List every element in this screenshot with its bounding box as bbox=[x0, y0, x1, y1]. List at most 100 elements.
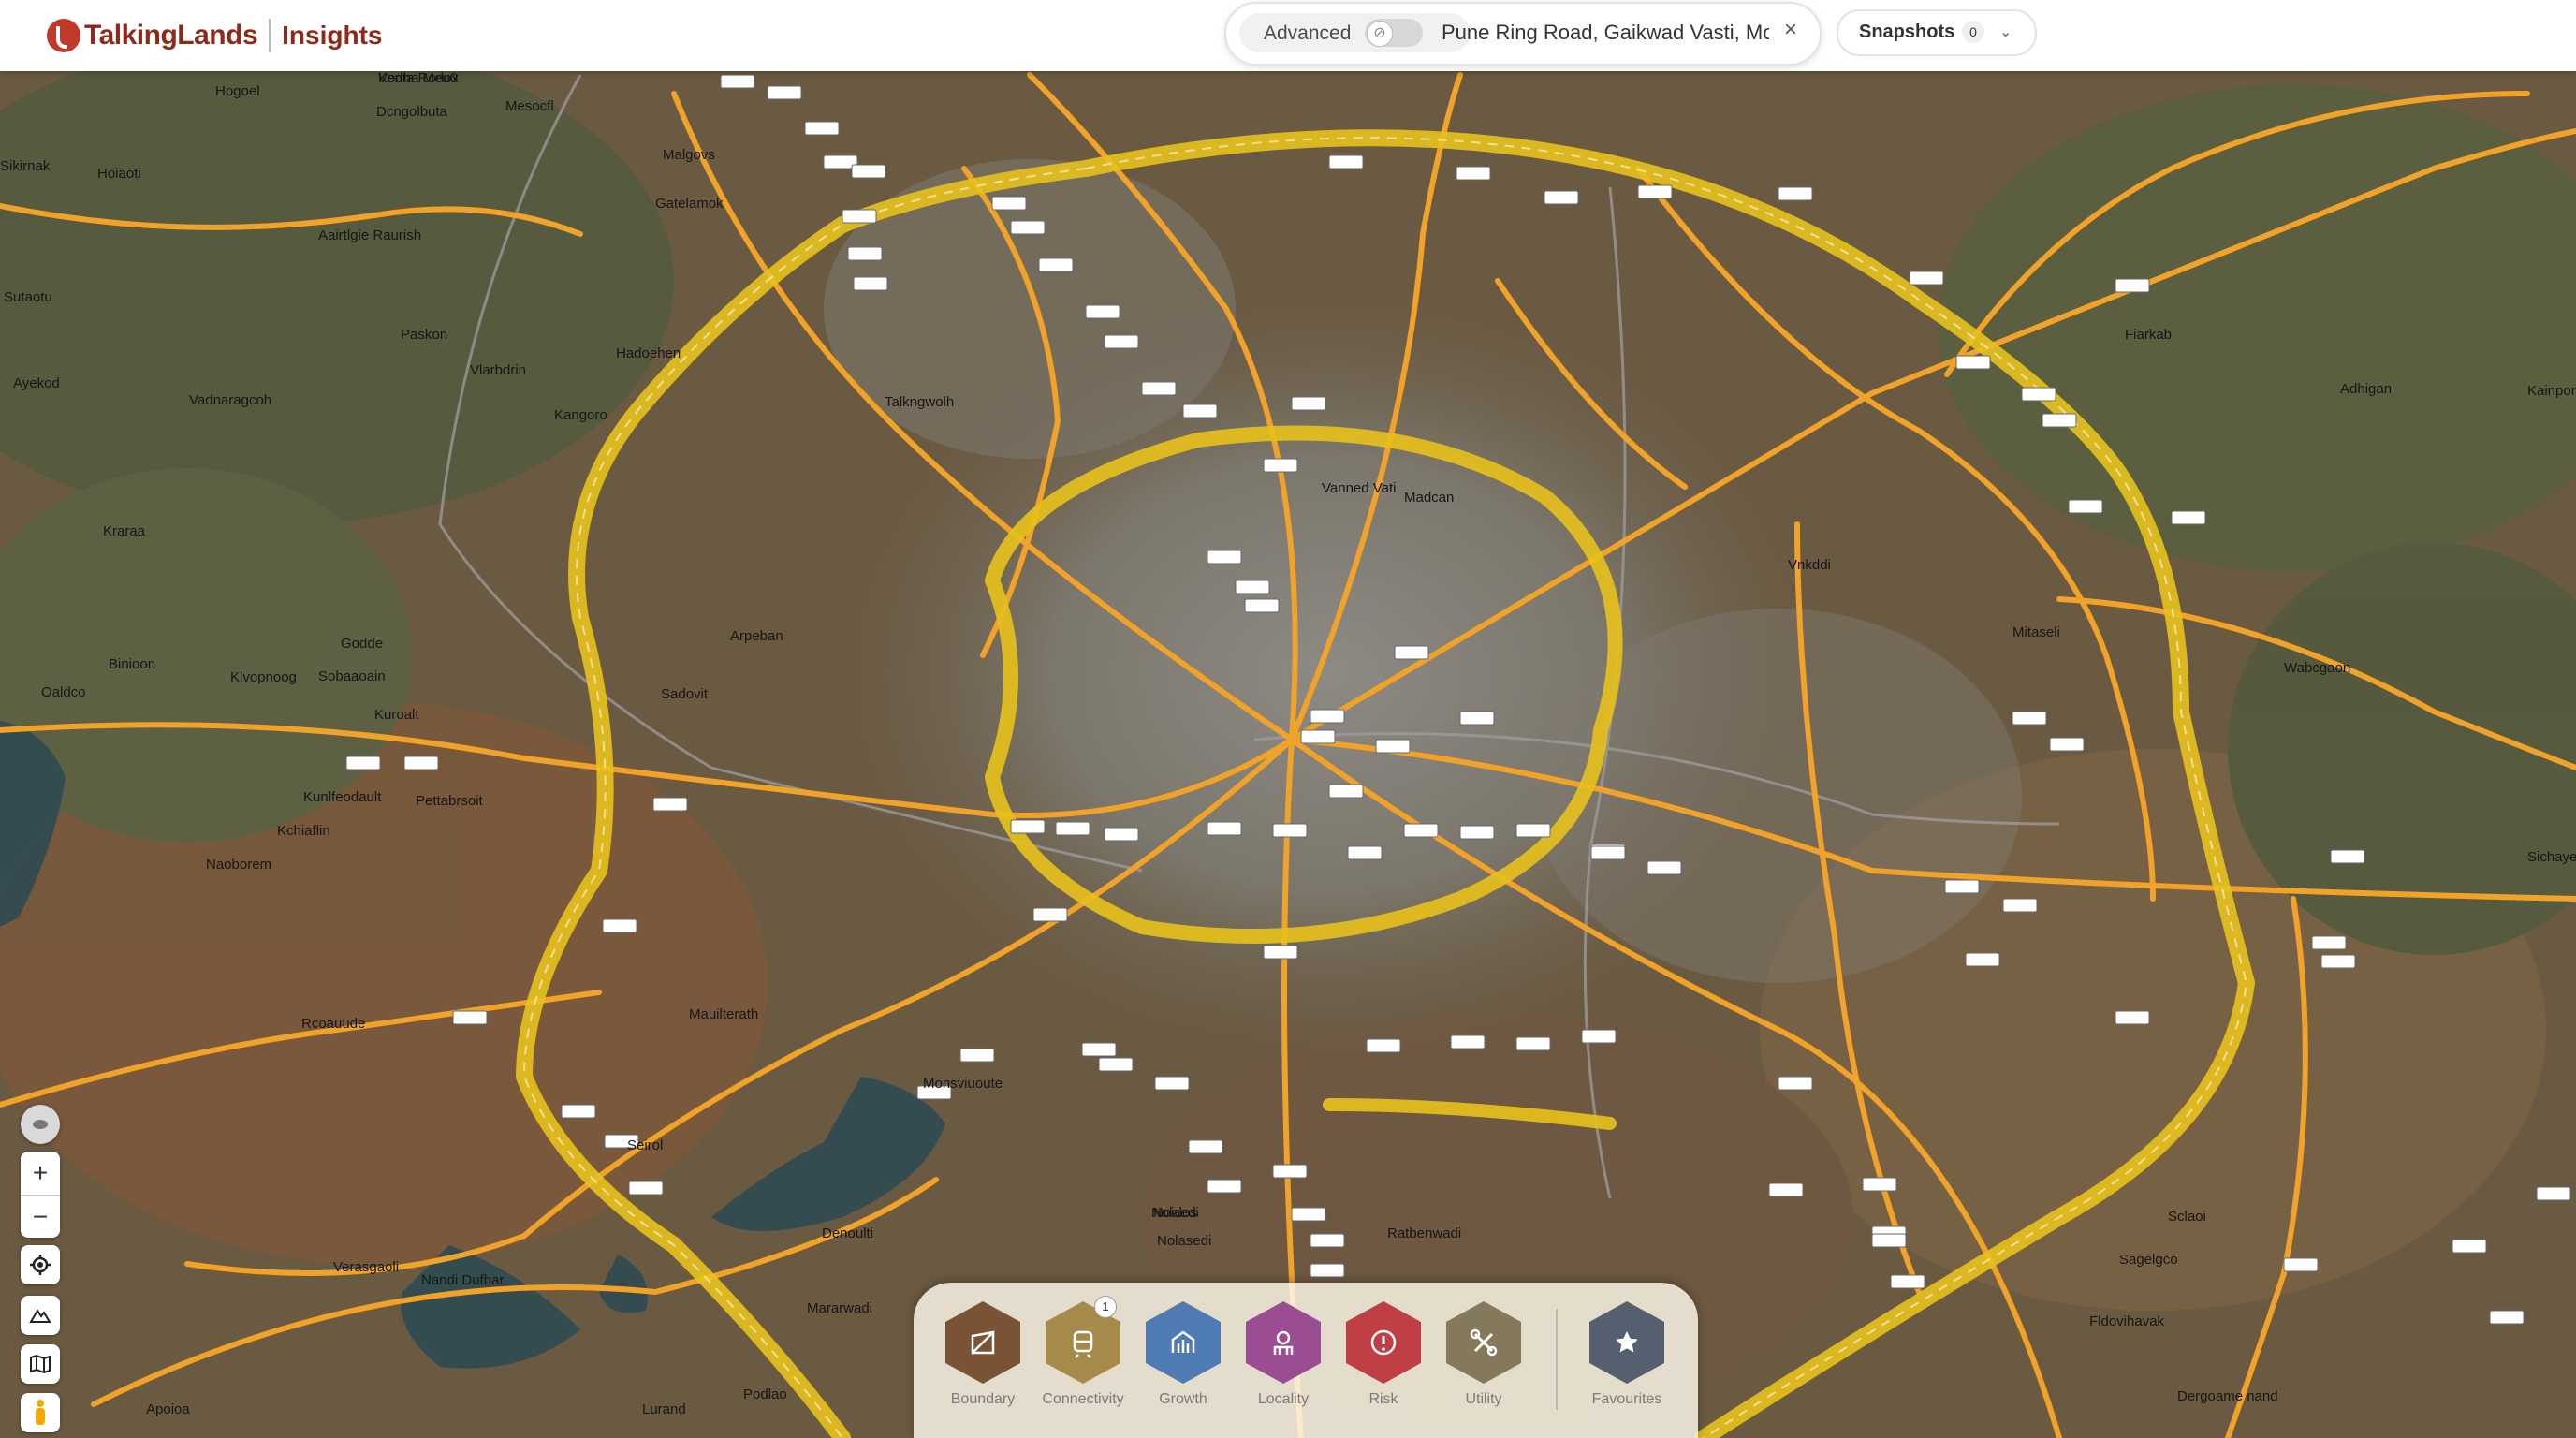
map-place-label: Mesocfl bbox=[505, 98, 554, 114]
road-shield-icon bbox=[842, 209, 877, 224]
road-shield-icon bbox=[1272, 1164, 1308, 1179]
category-locality[interactable]: Locality bbox=[1237, 1301, 1330, 1408]
snapshots-count-badge: 0 bbox=[1962, 21, 1984, 43]
street-view-icon[interactable] bbox=[21, 1393, 60, 1432]
map-place-label: Kuroalt bbox=[374, 707, 419, 723]
road-shield-icon bbox=[2171, 510, 2206, 525]
road-shield-icon bbox=[1778, 1076, 1813, 1091]
map-place-label: Verasgaoli bbox=[333, 1259, 399, 1275]
road-shield-icon bbox=[1272, 823, 1308, 838]
road-shield-icon bbox=[1955, 355, 1991, 370]
map-place-label: Vadnaragcoh bbox=[189, 392, 271, 408]
road-shield-icon bbox=[2042, 413, 2077, 428]
category-dock: Boundary 1 Connectivity Growth Locality … bbox=[914, 1283, 1698, 1438]
road-shield-icon bbox=[1244, 598, 1280, 613]
map-place-label: Kangoro bbox=[554, 407, 607, 423]
road-shield-icon bbox=[403, 756, 439, 770]
map-place-label: Hoiaoti bbox=[97, 166, 141, 182]
growth-icon bbox=[1146, 1301, 1221, 1384]
road-shield-icon bbox=[1347, 845, 1383, 860]
map-place-label: Sikirnak bbox=[0, 158, 51, 174]
road-shield-icon bbox=[804, 121, 840, 136]
brand-name: TalkingLands bbox=[84, 20, 258, 51]
brand-logo[interactable]: TalkingLands Insights bbox=[47, 11, 382, 60]
advanced-toggle-group[interactable]: Advanced ⊘ bbox=[1239, 13, 1470, 52]
map-place-label: Lurand bbox=[642, 1401, 686, 1417]
road-shield-icon bbox=[1862, 1177, 1897, 1192]
map-place-label: Vnkddi bbox=[1788, 557, 1831, 573]
layers-icon[interactable] bbox=[21, 1105, 60, 1144]
road-shield-icon bbox=[1871, 1233, 1907, 1248]
map-place-label: Seirol bbox=[627, 1137, 663, 1153]
top-bar: TalkingLands Insights Advanced ⊘ Pune Ri… bbox=[0, 0, 2576, 71]
map-place-label: Naoborem bbox=[206, 857, 271, 873]
map-place-label: Ratbenwadi bbox=[1387, 1225, 1461, 1241]
road-shield-icon bbox=[1450, 1034, 1486, 1049]
road-shield-icon bbox=[1104, 827, 1139, 842]
road-shield-icon bbox=[1328, 784, 1364, 799]
connectivity-count-badge: 1 bbox=[1094, 1296, 1117, 1318]
road-shield-icon bbox=[561, 1104, 596, 1119]
map-place-label: Denoulti bbox=[822, 1225, 873, 1241]
map-place-label: Oaldco bbox=[41, 684, 86, 700]
category-risk[interactable]: Risk bbox=[1337, 1301, 1430, 1408]
map-place-label: Paskon bbox=[401, 327, 447, 343]
map-place-label: Nolasedi bbox=[1157, 1233, 1211, 1249]
map-place-label: Klvopnoog bbox=[230, 669, 297, 685]
category-label: Risk bbox=[1368, 1391, 1398, 1407]
map-style-icon[interactable] bbox=[21, 1344, 60, 1384]
road-shield-icon bbox=[1909, 271, 1944, 286]
road-shield-icon bbox=[2330, 849, 2365, 864]
snapshots-button[interactable]: Snapshots 0 ⌄ bbox=[1837, 9, 2037, 56]
category-utility[interactable]: Utility bbox=[1437, 1301, 1530, 1408]
zoom-out-button[interactable]: − bbox=[21, 1196, 60, 1239]
road-shield-icon bbox=[1459, 825, 1495, 840]
road-shield-icon bbox=[1310, 709, 1345, 724]
map-place-label: Apoioa bbox=[146, 1401, 190, 1417]
satellite-map[interactable]: Kodha Meu0HogoelDcngolbuta MesocflMalgovs… bbox=[0, 0, 2576, 1438]
risk-icon bbox=[1346, 1301, 1421, 1384]
road-shield-icon bbox=[1778, 186, 1813, 201]
clear-search-icon[interactable]: × bbox=[1784, 17, 1797, 43]
map-place-label: Adhigan bbox=[2340, 381, 2392, 397]
road-shield-icon bbox=[2115, 278, 2150, 293]
road-shield-icon bbox=[1207, 1179, 1242, 1194]
advanced-label: Advanced bbox=[1264, 22, 1352, 44]
map-place-label: Hogoel bbox=[215, 83, 260, 99]
location-search-input[interactable]: Pune Ring Road, Gaikwad Vasti, Mo bbox=[1442, 21, 1769, 45]
category-boundary[interactable]: Boundary bbox=[936, 1301, 1030, 1408]
map-place-label: Aairtlgie Raurish bbox=[318, 227, 421, 243]
road-shield-icon bbox=[1456, 166, 1491, 181]
road-shield-icon bbox=[1010, 220, 1046, 235]
category-growth[interactable]: Growth bbox=[1136, 1301, 1230, 1408]
road-shield-icon bbox=[2283, 1257, 2319, 1272]
map-place-label: Godde bbox=[341, 636, 383, 652]
category-favourites[interactable]: Favourites bbox=[1580, 1301, 1674, 1408]
terrain-icon[interactable] bbox=[21, 1296, 60, 1335]
map-place-label: Madcan bbox=[1404, 490, 1454, 506]
map-place-label: Dcngolbuta bbox=[376, 104, 448, 120]
road-shield-icon bbox=[1965, 952, 2000, 967]
road-shield-icon bbox=[1235, 580, 1270, 594]
boundary-icon bbox=[945, 1301, 1020, 1384]
advanced-toggle[interactable]: ⊘ bbox=[1365, 19, 1423, 47]
locate-icon[interactable] bbox=[21, 1245, 60, 1284]
location-search-bar[interactable]: Advanced ⊘ Pune Ring Road, Gaikwad Vasti… bbox=[1224, 2, 1822, 66]
map-place-label: Sadovit bbox=[661, 686, 709, 702]
road-shield-icon bbox=[452, 1010, 488, 1025]
zoom-in-button[interactable]: + bbox=[21, 1152, 60, 1196]
road-shield-icon bbox=[1182, 404, 1218, 418]
road-shield-icon bbox=[1263, 458, 1298, 473]
map-place-label: Sagelgco bbox=[2119, 1252, 2178, 1268]
map-place-label: Sclaoi bbox=[2168, 1209, 2206, 1225]
category-connectivity[interactable]: 1 Connectivity bbox=[1036, 1296, 1130, 1408]
chevron-down-icon[interactable]: ⌄ bbox=[1999, 22, 2012, 41]
road-shield-icon bbox=[1300, 729, 1336, 744]
map-place-label: Mararwadi bbox=[807, 1300, 872, 1316]
road-shield-icon bbox=[1104, 334, 1139, 349]
map-place-label: Kunlfeodault bbox=[303, 789, 382, 805]
map-place-label: Sobaaoain bbox=[318, 668, 386, 684]
road-shield-icon bbox=[1188, 1139, 1223, 1154]
road-shield-icon bbox=[1098, 1057, 1134, 1072]
map-place-label: Kraraa bbox=[103, 523, 146, 539]
